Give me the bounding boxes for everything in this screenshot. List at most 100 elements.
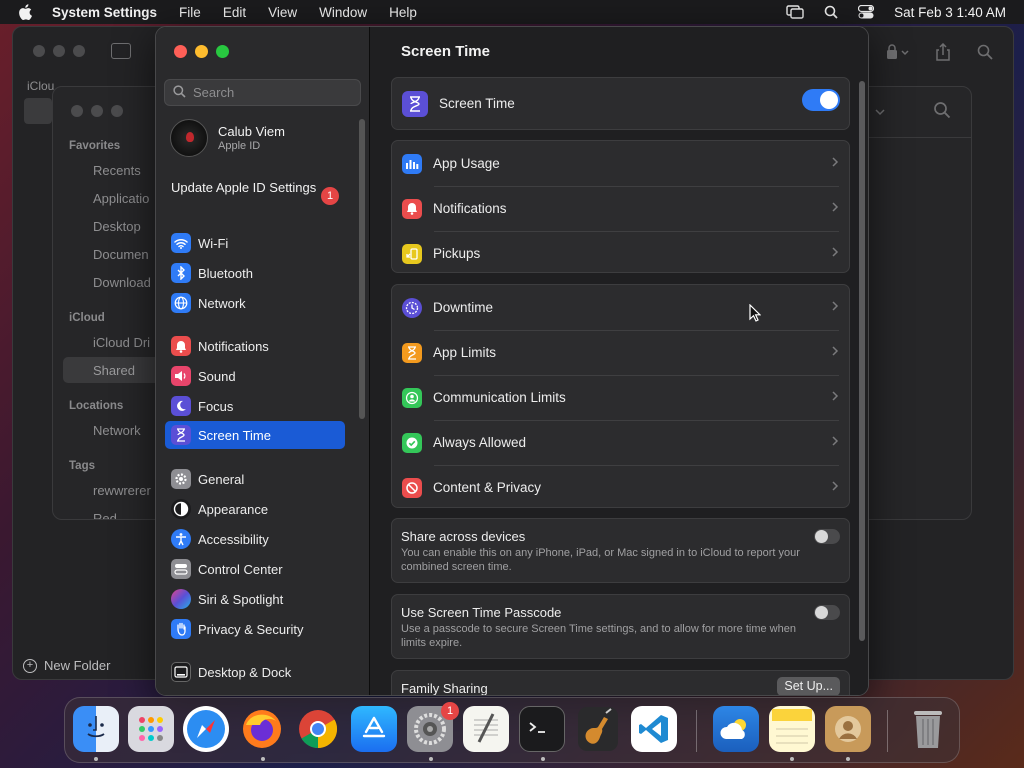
hourglass-icon bbox=[402, 342, 422, 363]
sidebar-item-label: Desktop & Dock bbox=[198, 664, 292, 680]
garageband-dock-icon[interactable] bbox=[575, 706, 621, 752]
finder-item-documents[interactable]: Documen bbox=[93, 247, 149, 262]
contacts-dock-icon[interactable] bbox=[825, 706, 871, 752]
hourglass-icon bbox=[171, 425, 191, 445]
menu-app-name[interactable]: System Settings bbox=[52, 5, 157, 20]
sidebar-item-accessibility[interactable]: Accessibility bbox=[165, 525, 345, 553]
minimize-button[interactable] bbox=[195, 45, 208, 58]
sidebar-item-label: Network bbox=[198, 295, 246, 311]
spotlight-search-icon[interactable] bbox=[824, 5, 838, 19]
safari-dock-icon[interactable] bbox=[183, 706, 229, 752]
sidebar-scrollbar[interactable] bbox=[359, 119, 365, 419]
finder-item-downloads[interactable]: Download bbox=[93, 275, 151, 290]
row-app-limits[interactable]: App Limits bbox=[392, 330, 849, 375]
row-communication-limits[interactable]: Communication Limits bbox=[392, 375, 849, 420]
sidebar-item-label: Wi-Fi bbox=[198, 235, 229, 251]
row-content-privacy[interactable]: Content & Privacy bbox=[392, 465, 849, 510]
menu-edit[interactable]: Edit bbox=[223, 5, 246, 20]
sidebar-item-bluetooth[interactable]: Bluetooth bbox=[165, 259, 345, 287]
speaker-icon bbox=[171, 366, 191, 386]
weather-dock-icon[interactable] bbox=[713, 706, 759, 752]
textedit-dock-icon[interactable] bbox=[463, 706, 509, 752]
row-notifications[interactable]: Notifications bbox=[392, 186, 849, 231]
settings-running-dot bbox=[429, 757, 433, 761]
passcode-toggle[interactable] bbox=[814, 605, 840, 620]
apple-menu-icon[interactable] bbox=[18, 4, 36, 20]
sidebar-item-appearance[interactable]: Appearance bbox=[165, 495, 345, 523]
sidebar-item-siri-spotlight[interactable]: Siri & Spotlight bbox=[165, 585, 345, 613]
search-icon[interactable] bbox=[977, 44, 993, 65]
sidebar-item-sound[interactable]: Sound bbox=[165, 362, 345, 390]
terminal-dock-icon[interactable] bbox=[519, 706, 565, 752]
zoom-button[interactable] bbox=[216, 45, 229, 58]
screen-mirroring-icon[interactable] bbox=[786, 5, 804, 19]
dock-icon bbox=[171, 662, 191, 682]
finder-item-desktop[interactable]: Desktop bbox=[93, 219, 141, 234]
chevron-right-icon bbox=[831, 345, 839, 360]
chrome-dock-icon[interactable] bbox=[295, 706, 341, 752]
finder-item-network[interactable]: Network bbox=[93, 423, 141, 438]
menu-help[interactable]: Help bbox=[389, 5, 417, 20]
finder-item-applications[interactable]: Applicatio bbox=[93, 191, 149, 206]
menu-window[interactable]: Window bbox=[319, 5, 367, 20]
notes-dock-icon[interactable] bbox=[769, 706, 815, 752]
search-input[interactable] bbox=[193, 85, 343, 100]
chevron-down-icon[interactable] bbox=[875, 103, 885, 121]
new-folder-button[interactable]: + New Folder bbox=[23, 658, 110, 673]
firefox-dock-icon[interactable] bbox=[239, 706, 285, 752]
sidebar-toggle-icon[interactable] bbox=[111, 43, 131, 59]
row-downtime[interactable]: Downtime bbox=[392, 285, 849, 330]
control-center-icon[interactable] bbox=[858, 5, 875, 19]
search-icon[interactable] bbox=[933, 101, 951, 124]
menu-clock[interactable]: Sat Feb 3 1:40 AM bbox=[894, 5, 1006, 20]
family-setup-button[interactable]: Set Up... bbox=[777, 677, 840, 695]
share-devices-toggle[interactable] bbox=[814, 529, 840, 544]
screen-time-toggle[interactable] bbox=[802, 89, 840, 111]
finder-section-locations: Locations bbox=[69, 400, 124, 412]
contacts-running-dot bbox=[846, 757, 850, 761]
sidebar-item-network[interactable]: Network bbox=[165, 289, 345, 317]
launchpad-dock-icon[interactable] bbox=[128, 706, 174, 752]
screen-time-toggle-card: Screen Time bbox=[391, 77, 850, 130]
system-settings-window: Calub Viem Apple ID Update Apple ID Sett… bbox=[155, 26, 869, 696]
sidebar-item-screen-time[interactable]: Screen Time bbox=[165, 421, 345, 449]
family-sharing-title: Family Sharing bbox=[401, 681, 488, 696]
row-always-allowed[interactable]: Always Allowed bbox=[392, 420, 849, 465]
finder-item-icloud-drive[interactable]: iCloud Dri bbox=[93, 335, 150, 350]
plus-icon: + bbox=[23, 658, 37, 673]
finder-section-favorites: Favorites bbox=[69, 140, 121, 152]
close-button[interactable] bbox=[174, 45, 187, 58]
sidebar-item-control-center[interactable]: Control Center bbox=[165, 555, 345, 583]
search-field[interactable] bbox=[164, 79, 361, 106]
chevron-right-icon bbox=[831, 300, 839, 315]
sidebar-item-label: Accessibility bbox=[198, 531, 269, 547]
vscode-dock-icon[interactable] bbox=[631, 706, 677, 752]
sidebar-item-general[interactable]: General bbox=[165, 465, 345, 493]
finder-item-recents[interactable]: Recents bbox=[93, 163, 141, 178]
finder-tag-item[interactable]: rewwrerer bbox=[93, 483, 151, 498]
sidebar-item-wifi[interactable]: Wi-Fi bbox=[165, 229, 345, 257]
page-title: Screen Time bbox=[401, 43, 490, 60]
finder-dock-icon[interactable] bbox=[73, 706, 119, 752]
pickup-icon bbox=[402, 243, 422, 264]
sidebar-item-privacy-security[interactable]: Privacy & Security bbox=[165, 615, 345, 643]
sidebar-item-label: Notifications bbox=[198, 338, 269, 354]
menu-file[interactable]: File bbox=[179, 5, 201, 20]
lock-icon[interactable] bbox=[885, 44, 909, 65]
row-pickups[interactable]: Pickups bbox=[392, 231, 849, 276]
content-scrollbar[interactable] bbox=[859, 81, 865, 641]
trash-dock-icon[interactable] bbox=[905, 706, 951, 752]
finder-item-shared[interactable]: Shared bbox=[93, 363, 135, 378]
sidebar-item-label: Sound bbox=[198, 368, 236, 384]
apple-id-account[interactable]: Calub Viem Apple ID bbox=[170, 119, 285, 157]
finder-tag-red[interactable]: Red bbox=[93, 511, 117, 519]
menu-view[interactable]: View bbox=[268, 5, 297, 20]
dock-separator bbox=[887, 710, 888, 752]
row-app-usage[interactable]: App Usage bbox=[392, 141, 849, 186]
share-icon[interactable] bbox=[935, 42, 951, 66]
sidebar-item-notifications[interactable]: Notifications bbox=[165, 332, 345, 360]
sidebar-item-focus[interactable]: Focus bbox=[165, 392, 345, 420]
finder-back-traffic-lights[interactable] bbox=[33, 45, 85, 57]
sidebar-item-desktop-dock[interactable]: Desktop & Dock bbox=[165, 658, 345, 686]
app-store-dock-icon[interactable] bbox=[351, 706, 397, 752]
